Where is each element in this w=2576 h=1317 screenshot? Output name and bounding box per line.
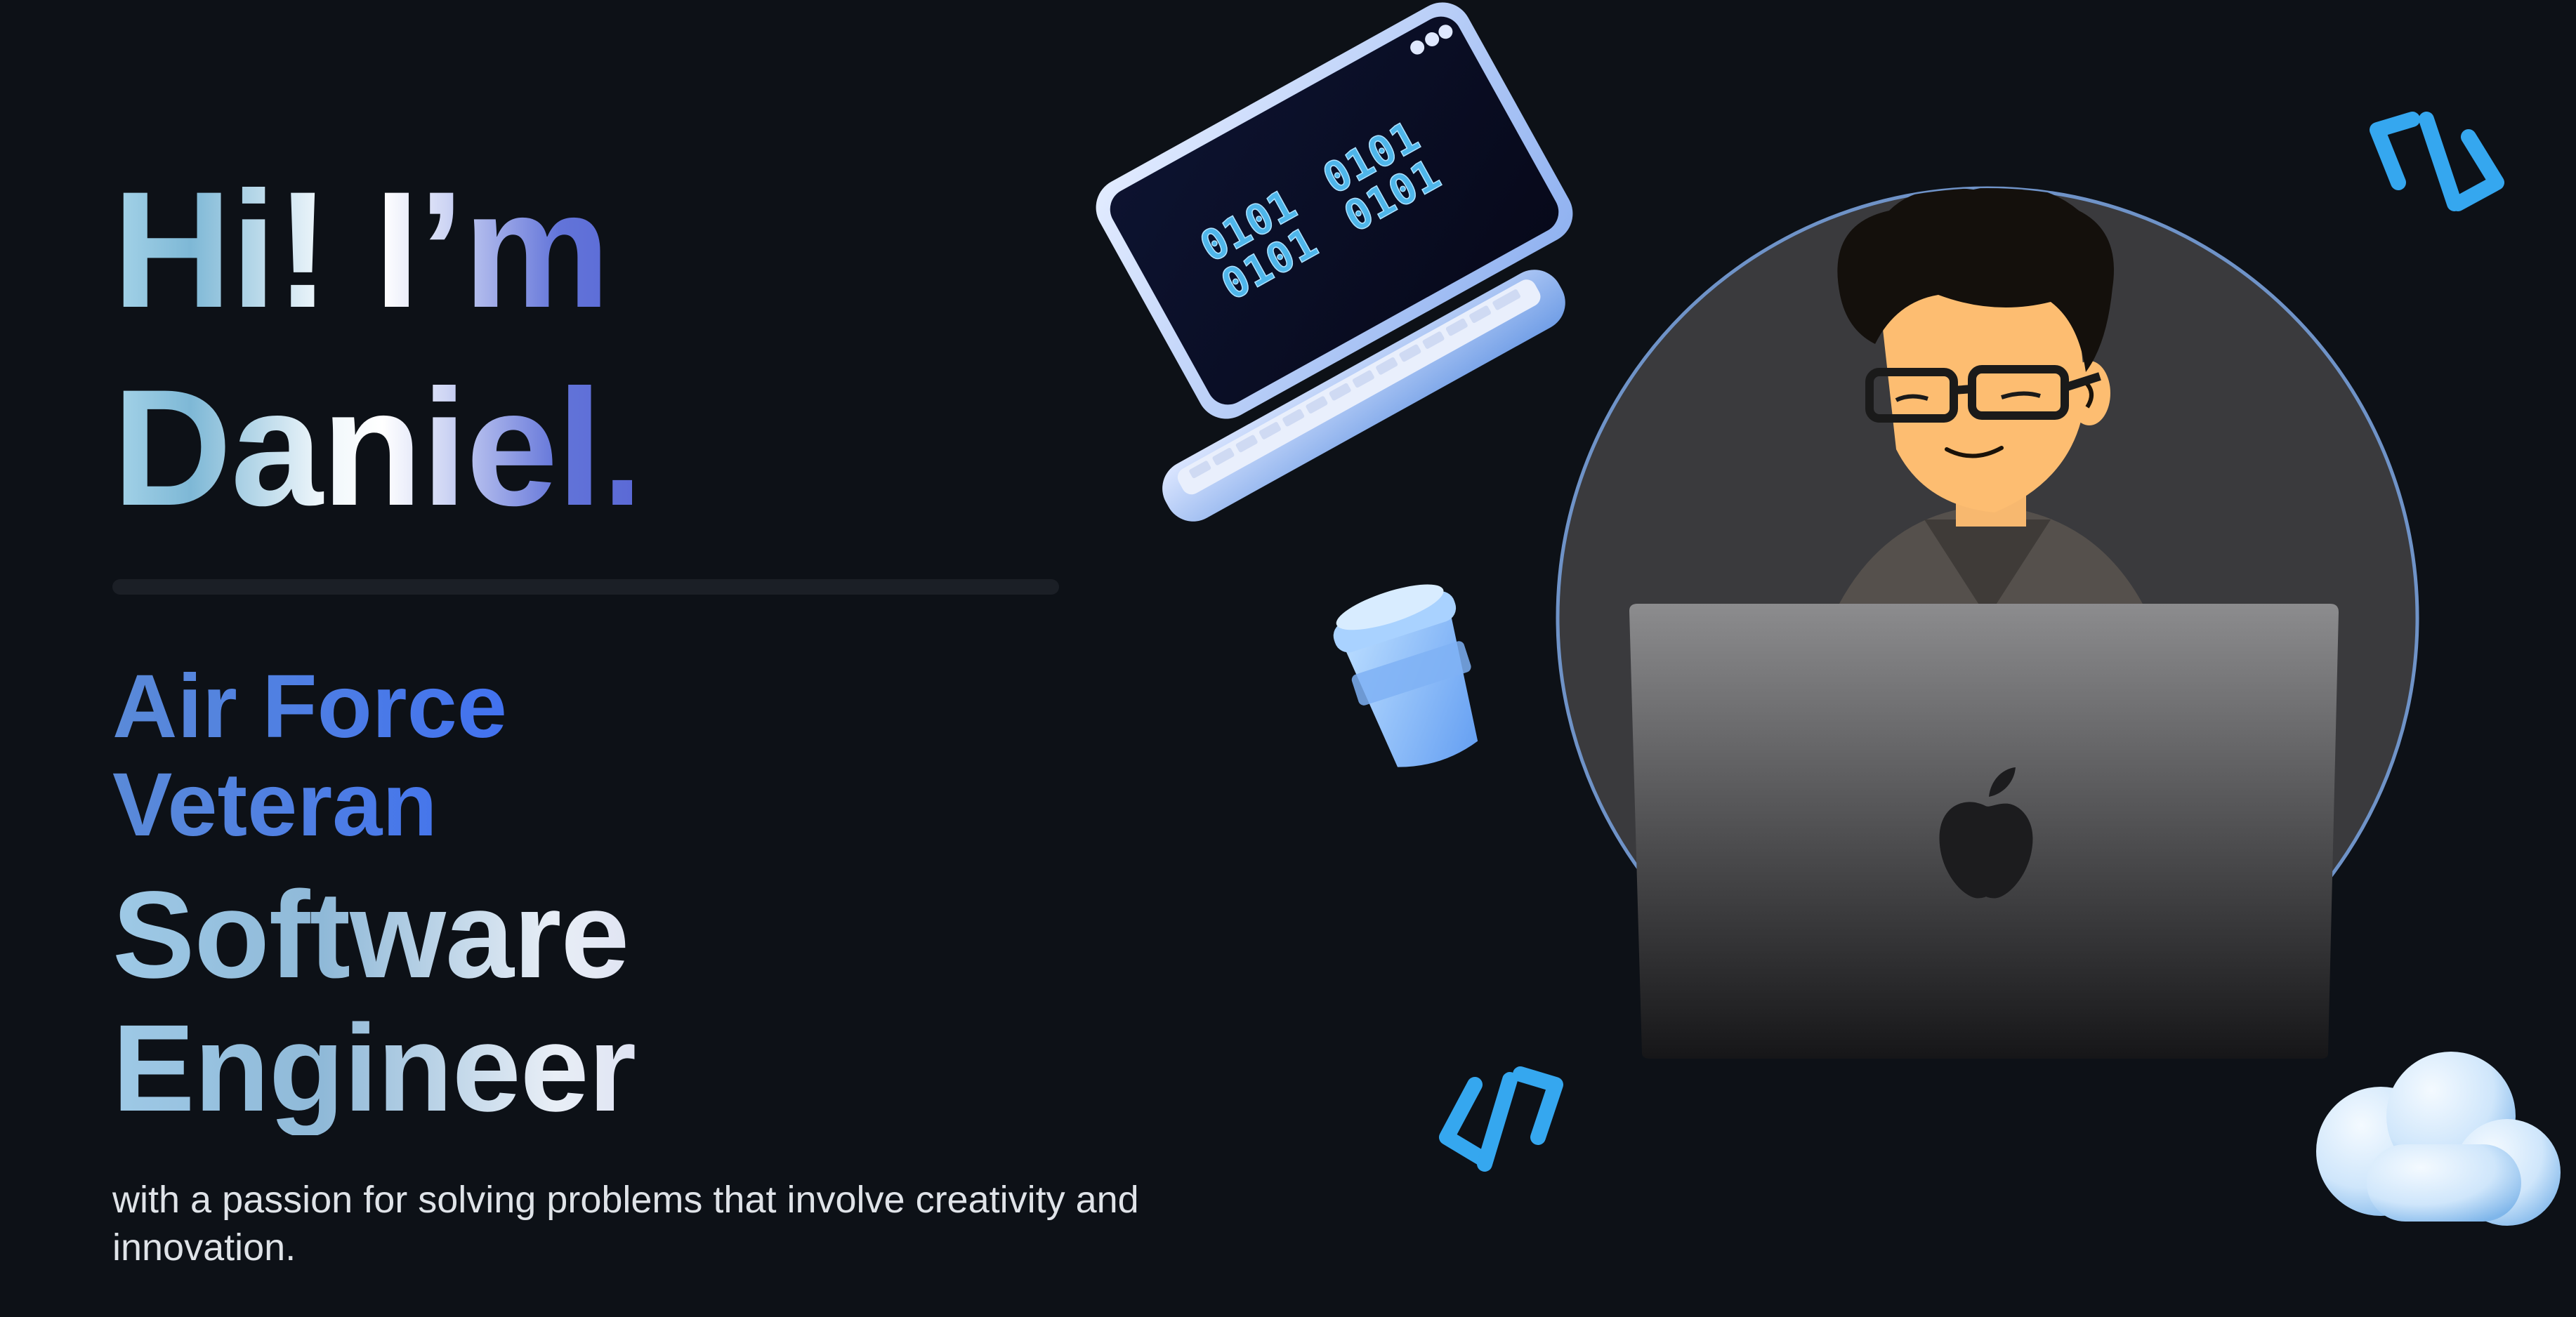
hero-divider — [112, 579, 1059, 595]
cloud-icon — [2316, 1052, 2561, 1226]
avatar-illustration — [1556, 186, 2419, 1059]
hero-tagline: with a passion for solving problems that… — [112, 1179, 1139, 1269]
hero-role: Software Engineer — [112, 868, 1166, 1135]
greeting-line-1: Hi! I’m — [112, 151, 632, 349]
hero-subtitle: Air Force Veteran — [112, 658, 843, 854]
coffee-cup-icon — [1333, 584, 1478, 767]
code-brackets-icon — [1439, 1066, 1563, 1172]
greeting-line-2: Daniel. — [112, 349, 648, 547]
